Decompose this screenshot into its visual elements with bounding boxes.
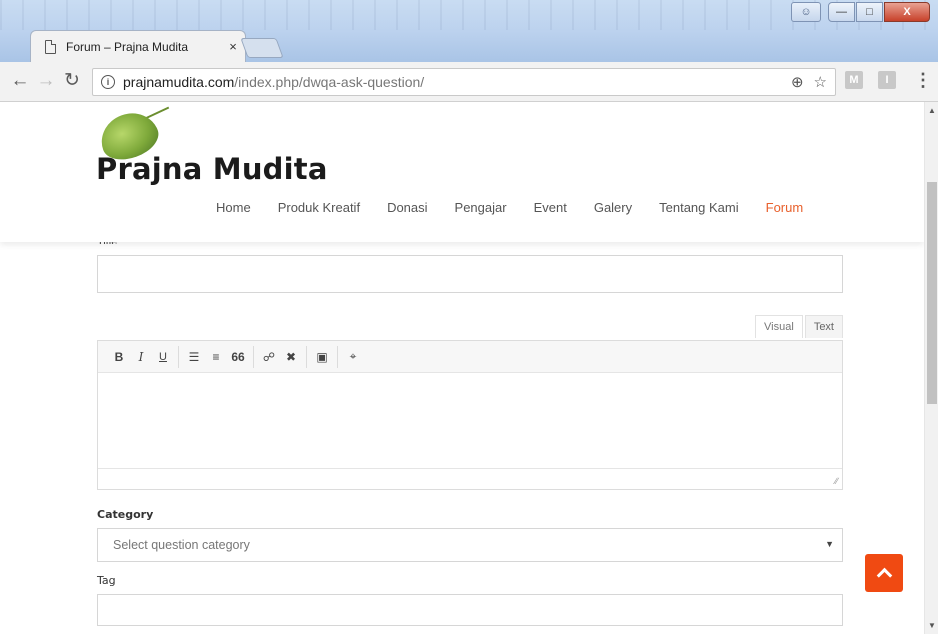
numbered-list-icon[interactable]: ≡ [205, 346, 227, 368]
page-viewport: Prajna Mudita Home Produk Kreatif Donasi… [0, 102, 924, 634]
nav-home[interactable]: Home [216, 200, 251, 215]
browser-tab-forum[interactable]: Forum – Prajna Mudita × [30, 30, 246, 62]
italic-button[interactable]: I [130, 346, 152, 368]
reload-icon[interactable]: ↻ [60, 70, 84, 92]
category-label: Category [97, 508, 154, 521]
link-icon[interactable]: ☍ [258, 346, 280, 368]
browser-menu-icon[interactable]: ⋮ [914, 70, 932, 91]
forward-arrow-icon[interactable]: → [34, 70, 58, 92]
title-input[interactable] [97, 255, 843, 293]
page-scrollbar[interactable]: ▲ ▼ [924, 102, 938, 634]
nav-pengajar[interactable]: Pengajar [455, 200, 507, 215]
nav-event[interactable]: Event [534, 200, 567, 215]
nav-tentang-kami[interactable]: Tentang Kami [659, 200, 739, 215]
scroll-down-arrow-icon[interactable]: ▼ [928, 621, 936, 630]
blockquote-button[interactable]: 66 [227, 346, 249, 368]
maximize-button[interactable]: □ [856, 2, 883, 22]
url-path: /index.php/dwqa-ask-question/ [234, 74, 425, 90]
nav-forum[interactable]: Forum [766, 200, 804, 215]
minimize-button[interactable]: — [828, 2, 855, 22]
tag-label: Tag [97, 574, 116, 587]
tab-title: Forum – Prajna Mudita [66, 39, 189, 54]
new-tab-button[interactable] [240, 38, 284, 58]
scroll-up-arrow-icon[interactable]: ▲ [928, 106, 936, 115]
main-nav: Home Produk Kreatif Donasi Pengajar Even… [216, 200, 830, 215]
site-header: Prajna Mudita Home Produk Kreatif Donasi… [0, 102, 924, 242]
close-window-button[interactable]: X [884, 2, 930, 22]
chevron-down-icon: ▼ [825, 539, 834, 549]
scroll-to-top-button[interactable] [865, 554, 903, 592]
zoom-icon[interactable]: ⊕ [791, 73, 804, 91]
nav-donasi[interactable]: Donasi [387, 200, 427, 215]
info-icon[interactable]: i [101, 75, 115, 89]
underline-button[interactable]: U [152, 346, 174, 368]
nav-galery[interactable]: Galery [594, 200, 632, 215]
toolbar-divider [178, 345, 179, 368]
category-placeholder: Select question category [113, 538, 250, 552]
bookmark-star-icon[interactable]: ☆ [814, 73, 827, 91]
toolbar-divider [253, 345, 254, 368]
toolbar-divider [306, 345, 307, 368]
bold-button[interactable]: B [108, 346, 130, 368]
editor-toolbar: B I U ☰ ≡ 66 ☍ ✖ ▣ ⌖ [98, 341, 842, 373]
category-select[interactable]: Select question category ▼ [97, 528, 843, 562]
editor-statusbar: ∕∕ [98, 468, 842, 488]
profile-icon[interactable]: ☺ [791, 2, 821, 22]
toolbar-divider [337, 345, 338, 368]
bullet-list-icon[interactable]: ☰ [183, 346, 205, 368]
site-logo[interactable]: Prajna Mudita [96, 152, 328, 186]
window-controls: ☺ — □ X [791, 2, 930, 22]
tag-input[interactable] [97, 594, 843, 626]
scrollbar-thumb[interactable] [927, 182, 937, 404]
nav-produk-kreatif[interactable]: Produk Kreatif [278, 200, 360, 215]
window-titlebar: ☺ — □ X Forum – Prajna Mudita × [0, 0, 938, 62]
browser-toolbar: ← → ↻ i prajnamudita.com /index.php/dwqa… [0, 62, 938, 102]
address-bar-actions: ⊕ ☆ [791, 73, 827, 91]
back-arrow-icon[interactable]: ← [8, 70, 32, 92]
page-icon [45, 39, 56, 54]
extension-m-icon[interactable]: M [845, 71, 863, 89]
editor-mode-tabs: Visual Text [755, 315, 843, 338]
fullscreen-icon[interactable]: ⌖ [342, 346, 364, 368]
editor-textarea[interactable] [98, 373, 842, 468]
tab-visual[interactable]: Visual [755, 315, 803, 338]
resize-handle-icon[interactable]: ∕∕ [835, 476, 838, 486]
content-editor: B I U ☰ ≡ 66 ☍ ✖ ▣ ⌖ ∕∕ [97, 340, 843, 490]
tab-text[interactable]: Text [804, 315, 843, 338]
extension-i-icon[interactable]: I [878, 71, 896, 89]
unlink-icon[interactable]: ✖ [280, 346, 302, 368]
insert-image-icon[interactable]: ▣ [311, 346, 333, 368]
address-bar[interactable]: i prajnamudita.com /index.php/dwqa-ask-q… [92, 68, 836, 96]
url-host: prajnamudita.com [123, 74, 235, 90]
chevron-up-icon [876, 567, 892, 584]
